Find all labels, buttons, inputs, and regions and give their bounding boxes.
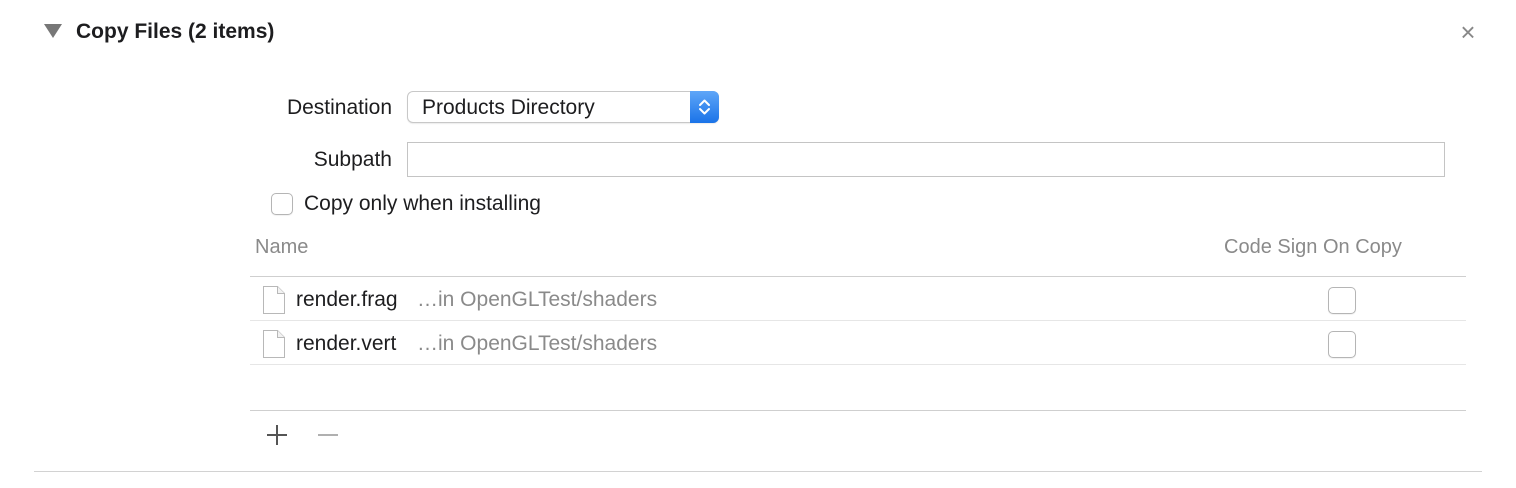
destination-popup[interactable]: Products Directory xyxy=(407,91,719,123)
destination-label: Destination xyxy=(286,96,392,119)
file-name: render.vert xyxy=(296,332,397,355)
subpath-label: Subpath xyxy=(313,148,392,171)
file-icon xyxy=(262,285,286,320)
destination-value: Products Directory xyxy=(422,96,595,119)
row-divider xyxy=(250,364,1466,365)
minus-icon xyxy=(318,434,338,436)
file-path: …in OpenGLTest/shaders xyxy=(417,288,658,311)
disclosure-triangle-icon[interactable] xyxy=(44,24,62,38)
copy-only-label[interactable]: Copy only when installing xyxy=(304,190,541,218)
subpath-input[interactable] xyxy=(407,142,1445,177)
section-divider xyxy=(34,471,1482,472)
copy-only-checkbox[interactable] xyxy=(271,193,293,215)
popup-arrows-icon xyxy=(690,91,719,123)
row-divider xyxy=(250,320,1466,321)
section-title: Copy Files (2 items) xyxy=(76,20,275,43)
file-name: render.frag xyxy=(296,288,398,311)
table-bottom-divider xyxy=(250,410,1466,411)
add-button[interactable] xyxy=(264,422,290,448)
file-path: …in OpenGLTest/shaders xyxy=(417,332,658,355)
plus-icon xyxy=(267,425,287,445)
column-header-code-sign[interactable]: Code Sign On Copy xyxy=(1224,233,1402,261)
table-row[interactable]: render.frag …in OpenGLTest/shaders xyxy=(250,278,1466,321)
column-header-name[interactable]: Name xyxy=(255,233,308,261)
remove-button[interactable] xyxy=(315,422,341,448)
table-top-divider xyxy=(250,276,1466,277)
code-sign-checkbox[interactable] xyxy=(1328,287,1356,314)
code-sign-checkbox[interactable] xyxy=(1328,331,1356,358)
file-icon xyxy=(262,329,286,364)
close-button[interactable]: × xyxy=(1456,18,1480,46)
table-row[interactable]: render.vert …in OpenGLTest/shaders xyxy=(250,322,1466,365)
